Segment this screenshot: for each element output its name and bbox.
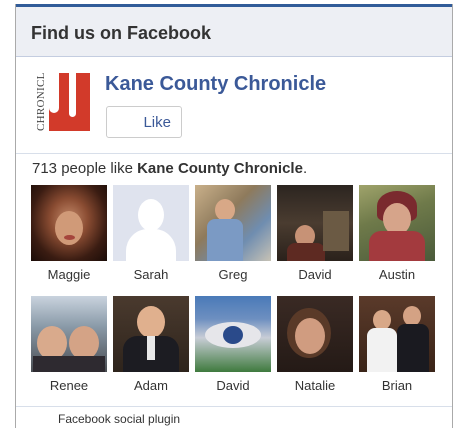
fan-name[interactable]: Adam bbox=[112, 378, 190, 393]
page-logo[interactable]: CHRONICLE bbox=[33, 73, 90, 131]
profile-photo-icon[interactable] bbox=[113, 296, 189, 372]
fan-name[interactable]: David bbox=[194, 378, 272, 393]
fan-name[interactable]: Greg bbox=[194, 267, 272, 282]
fan-item[interactable]: Greg bbox=[194, 185, 272, 282]
fan-name[interactable]: Austin bbox=[358, 267, 436, 282]
logo-text: CHRONICLE bbox=[35, 73, 47, 131]
fan-count-text: 713 people like bbox=[32, 160, 138, 177]
fan-item[interactable]: Natalie bbox=[276, 296, 354, 393]
fan-count: 713 people like Kane County Chronicle. bbox=[32, 160, 307, 177]
widget-title: Find us on Facebook bbox=[31, 23, 212, 43]
default-silhouette-icon[interactable] bbox=[113, 185, 189, 261]
page-info: CHRONICLE Kane County Chronicle Like bbox=[16, 57, 452, 153]
fan-name[interactable]: Natalie bbox=[276, 378, 354, 393]
fan-name[interactable]: Sarah bbox=[112, 267, 190, 282]
profile-photo-icon[interactable] bbox=[195, 296, 271, 372]
fan-name[interactable]: Maggie bbox=[30, 267, 108, 282]
fan-item[interactable]: Sarah bbox=[112, 185, 190, 282]
fan-item[interactable]: Renee bbox=[30, 296, 108, 393]
profile-photo-icon[interactable] bbox=[195, 185, 271, 261]
fan-item[interactable]: Austin bbox=[358, 185, 436, 282]
footer-link[interactable]: Facebook social plugin bbox=[58, 412, 180, 426]
widget-header: Find us on Facebook bbox=[16, 7, 452, 57]
profile-photo-icon[interactable] bbox=[277, 296, 353, 372]
profile-photo-icon[interactable] bbox=[31, 296, 107, 372]
fan-item[interactable]: Adam bbox=[112, 296, 190, 393]
logo-u-stem bbox=[69, 73, 76, 117]
profile-photo-icon[interactable] bbox=[277, 185, 353, 261]
fan-name[interactable]: David bbox=[276, 267, 354, 282]
fan-count-suffix: . bbox=[302, 160, 308, 177]
like-label: Like bbox=[143, 114, 171, 131]
fan-item[interactable]: Brian bbox=[358, 296, 436, 393]
fan-count-page[interactable]: Kane County Chronicle bbox=[137, 160, 303, 177]
profile-photo-icon[interactable] bbox=[359, 185, 435, 261]
logo-u-hole bbox=[49, 73, 59, 113]
fan-item[interactable]: David bbox=[276, 185, 354, 282]
like-button[interactable]: Like bbox=[106, 106, 182, 138]
page-name-link[interactable]: Kane County Chronicle bbox=[105, 73, 326, 96]
profile-photo-icon[interactable] bbox=[359, 296, 435, 372]
divider bbox=[16, 153, 452, 154]
divider bbox=[16, 406, 452, 407]
profile-photo-icon[interactable] bbox=[31, 185, 107, 261]
fan-item[interactable]: Maggie bbox=[30, 185, 108, 282]
fan-item[interactable]: David bbox=[194, 296, 272, 393]
fan-name[interactable]: Renee bbox=[30, 378, 108, 393]
facebook-like-box: Find us on Facebook CHRONICLE Kane Count… bbox=[15, 4, 453, 428]
fan-name[interactable]: Brian bbox=[358, 378, 436, 393]
